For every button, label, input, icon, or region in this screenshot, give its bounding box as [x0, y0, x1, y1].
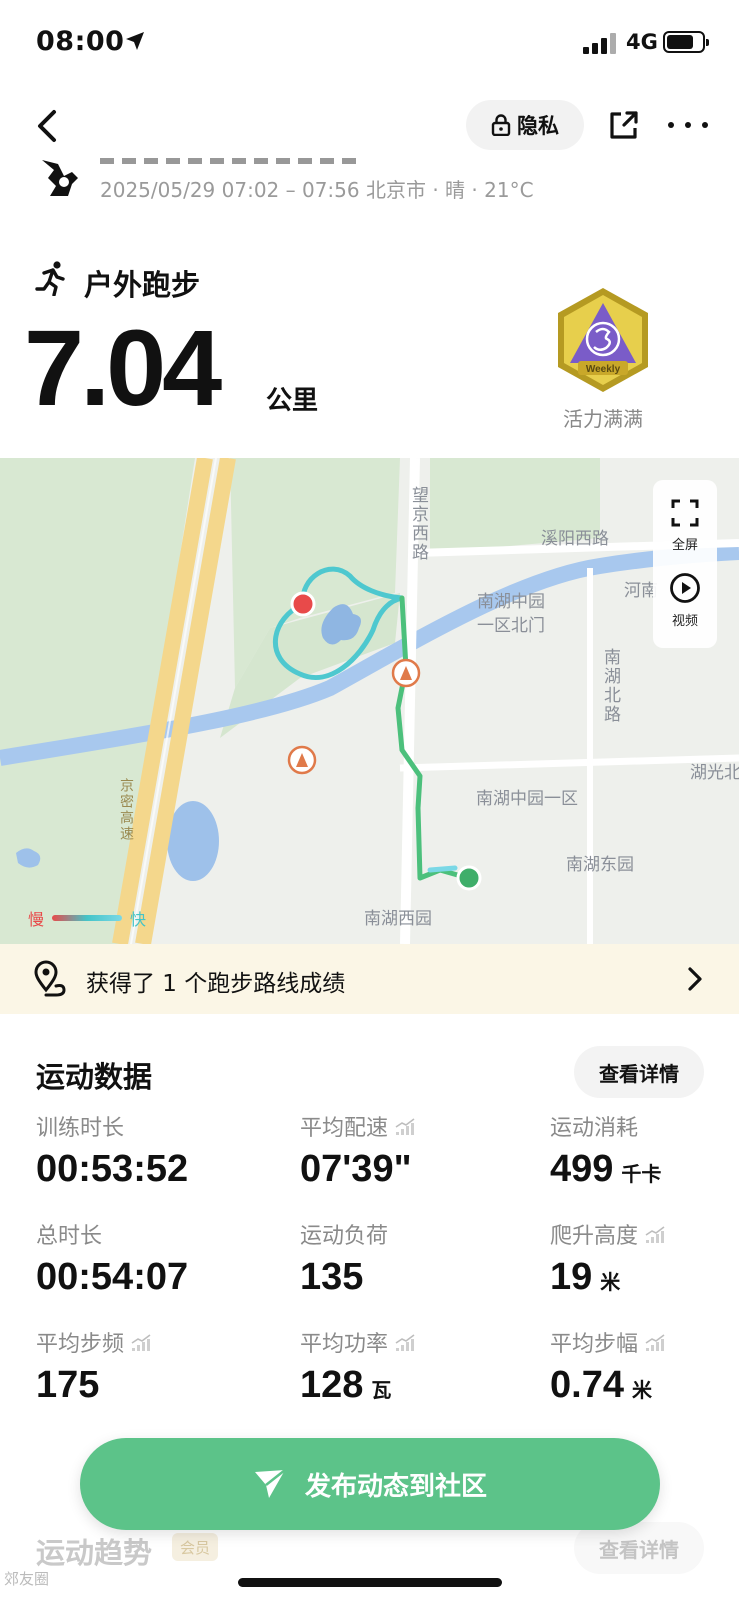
- privacy-label: 隐私: [517, 114, 559, 138]
- medal-text: Weekly: [586, 364, 621, 375]
- map-label-nanhu-north-road: 南湖北路: [600, 648, 620, 724]
- video-button[interactable]: 视频: [653, 572, 717, 629]
- send-icon: [254, 1469, 286, 1498]
- stat-label: 运动消耗: [550, 1116, 639, 1141]
- weekly-medal-badge[interactable]: Weekly: [548, 285, 658, 395]
- medal-label: 活力满满: [563, 407, 643, 431]
- stat-value: 175: [36, 1364, 100, 1406]
- legend-slow: 慢: [28, 910, 45, 929]
- trend-chart-icon: [395, 1334, 415, 1351]
- route-map[interactable]: 望京西路 溪阳西路 河南 南湖中园一区北门 南湖北路 湖光北 南湖中园一区 南湖…: [0, 458, 739, 944]
- publish-label: 发布动态到社区: [304, 1471, 487, 1502]
- trend-chart-icon: [645, 1334, 665, 1351]
- battery-icon: [663, 31, 709, 53]
- achievement-text: 获得了 1 个跑步路线成绩: [86, 971, 346, 997]
- stat-label: 爬升高度: [550, 1224, 639, 1249]
- watermark: 郊友圈: [4, 1570, 50, 1588]
- map-label-huguang: 湖光北: [690, 763, 739, 783]
- stat-item: 平均步频 175: [36, 1326, 152, 1407]
- play-icon: [670, 573, 700, 603]
- signal-icon: [583, 32, 619, 54]
- map-label-nanhu-east: 南湖东园: [566, 855, 634, 875]
- stat-value: 135: [300, 1256, 364, 1298]
- legend-fast: 快: [130, 910, 147, 929]
- stat-item: 平均配速 07'39": [300, 1110, 416, 1191]
- trend-section-title: 运动趋势: [36, 1536, 153, 1570]
- route-achievement-row[interactable]: 获得了 1 个跑步路线成绩: [0, 944, 739, 1014]
- trend-chart-icon: [645, 1226, 665, 1243]
- stat-unit: 千卡: [621, 1162, 662, 1186]
- distance-value: 7.04: [24, 307, 222, 428]
- publish-to-community-button[interactable]: 发布动态到社区: [80, 1438, 660, 1530]
- lock-icon: [491, 114, 511, 136]
- stat-value: 128: [300, 1364, 364, 1406]
- avatar[interactable]: [38, 156, 82, 200]
- legend-gradient: [52, 915, 123, 921]
- map-label-xiyang: 溪阳西路: [541, 529, 609, 549]
- stat-label: 平均步频: [36, 1332, 125, 1357]
- status-time: 08:00: [36, 26, 125, 57]
- stat-item: 训练时长 00:53:52: [36, 1110, 188, 1191]
- home-indicator[interactable]: [238, 1578, 502, 1587]
- running-icon: [35, 261, 65, 296]
- privacy-button[interactable]: 隐私: [466, 100, 584, 150]
- stat-item: 平均步幅 0.74 米: [550, 1326, 666, 1407]
- share-icon[interactable]: [607, 108, 641, 142]
- more-options-button[interactable]: [668, 110, 708, 140]
- route-pin-icon: [34, 960, 66, 997]
- stat-label: 平均功率: [300, 1332, 389, 1357]
- stat-item: 平均功率 128 瓦: [300, 1326, 416, 1407]
- chevron-right-icon: [688, 967, 702, 991]
- stat-value: 07'39": [300, 1148, 412, 1190]
- location-arrow-icon: [126, 32, 144, 50]
- username-truncated: [100, 158, 360, 164]
- map-label-wangjing: 望京西路: [408, 486, 428, 562]
- pace-legend: 慢 快: [28, 906, 146, 930]
- trend-chart-icon: [131, 1334, 151, 1351]
- fullscreen-label: 全屏: [671, 538, 698, 553]
- stats-detail-button[interactable]: 查看详情: [574, 1046, 704, 1098]
- member-badge: 会员: [172, 1533, 218, 1561]
- distance-unit: 公里: [266, 386, 319, 416]
- map-label-jingmi: 京密高速: [118, 778, 134, 842]
- stat-label: 总时长: [36, 1224, 103, 1249]
- workout-meta: 2025/05/29 07:02 – 07:56 北京市 · 晴 · 21°C: [100, 178, 534, 202]
- map-label-nanhu-zhongyuan: 南湖中园一区: [476, 789, 578, 809]
- stat-value: 00:53:52: [36, 1148, 189, 1190]
- map-label-nanhu-north-gate: 南湖中园一区北门: [477, 592, 545, 636]
- stat-item: 爬升高度 19 米: [550, 1218, 666, 1299]
- stat-value: 0.74: [550, 1364, 624, 1406]
- video-label: 视频: [671, 614, 698, 629]
- stat-item: 总时长 00:54:07: [36, 1218, 188, 1299]
- network-type: 4G: [626, 30, 658, 54]
- stat-label: 平均配速: [300, 1116, 389, 1141]
- stat-item: 运动负荷 135: [300, 1218, 388, 1299]
- status-bar: 08:00 4G: [0, 0, 739, 90]
- stat-label: 训练时长: [36, 1116, 125, 1141]
- stat-label: 平均步幅: [550, 1332, 639, 1357]
- stat-label: 运动负荷: [300, 1224, 389, 1249]
- fullscreen-button[interactable]: 全屏: [653, 498, 717, 553]
- stat-value: 499: [550, 1148, 614, 1190]
- back-button[interactable]: [28, 104, 68, 148]
- sport-title: 户外跑步: [84, 268, 201, 302]
- map-label-nanhu-west: 南湖西园: [364, 909, 432, 929]
- stats-section-title: 运动数据: [36, 1060, 153, 1094]
- map-toolbar: 全屏 视频: [653, 480, 717, 648]
- stat-unit: 米: [600, 1270, 621, 1294]
- stat-value: 19: [550, 1256, 593, 1298]
- stat-unit: 米: [631, 1378, 652, 1402]
- stat-value: 00:54:07: [36, 1256, 189, 1298]
- stat-unit: 瓦: [371, 1378, 392, 1402]
- stat-item: 运动消耗 499 千卡: [550, 1110, 661, 1191]
- fullscreen-icon: [671, 499, 699, 527]
- trend-chart-icon: [395, 1118, 415, 1135]
